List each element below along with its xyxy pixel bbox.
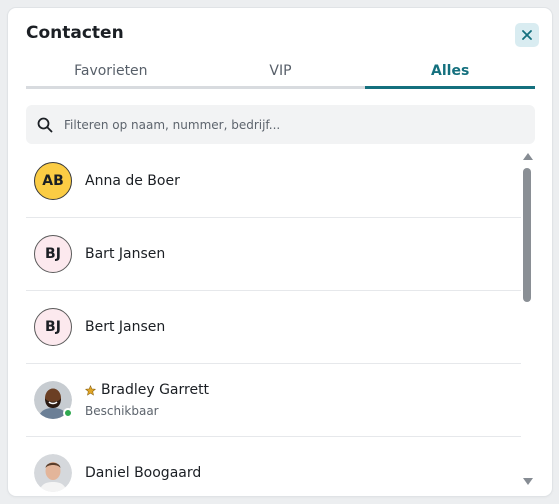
avatar: AB	[34, 162, 72, 200]
tab-alles[interactable]: Alles	[365, 60, 535, 89]
search-bar	[26, 105, 535, 144]
contact-row-daniel-boogaard[interactable]: Daniel Boogaard	[26, 437, 521, 496]
panel-title: Contacten	[26, 23, 124, 43]
scroll-up-icon[interactable]	[523, 153, 533, 160]
tab-bar: Favorieten VIP Alles	[26, 60, 535, 89]
tab-favorieten[interactable]: Favorieten	[26, 60, 196, 86]
avatar	[34, 454, 72, 492]
contacts-panel: Contacten Favorieten VIP Alles AB Anna d…	[8, 8, 552, 496]
contact-name: Bradley Garrett	[101, 382, 210, 398]
close-button[interactable]	[515, 23, 539, 47]
contact-name: Bart Jansen	[85, 246, 166, 262]
scrollbar-thumb[interactable]	[523, 168, 531, 302]
avatar	[34, 381, 73, 419]
favorite-star-icon	[85, 384, 96, 396]
scroll-down-icon[interactable]	[523, 478, 533, 485]
contact-info: Bradley Garrett Beschikbaar	[85, 382, 209, 418]
avatar: BJ	[34, 235, 72, 273]
contact-status: Beschikbaar	[85, 404, 159, 418]
contact-info: Daniel Boogaard	[85, 465, 201, 481]
tab-vip[interactable]: VIP	[196, 60, 366, 86]
contact-list: AB Anna de Boer BJ Bart Jansen BJ Bert J…	[26, 145, 521, 496]
contact-name: Daniel Boogaard	[85, 465, 202, 481]
contact-row-bradley-garrett[interactable]: Bradley Garrett Beschikbaar	[26, 364, 521, 437]
contact-info: Bert Jansen	[85, 319, 165, 335]
close-icon	[522, 30, 532, 40]
contact-row-bart-jansen[interactable]: BJ Bart Jansen	[26, 218, 521, 291]
avatar: BJ	[34, 308, 72, 346]
avatar-photo	[34, 454, 72, 492]
presence-indicator	[63, 408, 73, 418]
contact-name: Bert Jansen	[85, 319, 166, 335]
scrollbar[interactable]	[521, 151, 535, 485]
search-input[interactable]	[64, 117, 504, 132]
contact-name-line: Bradley Garrett	[85, 382, 209, 398]
contact-name: Anna de Boer	[85, 173, 180, 189]
search-icon	[37, 117, 53, 132]
contact-row-bert-jansen[interactable]: BJ Bert Jansen	[26, 291, 521, 364]
contact-row-anna-de-boer[interactable]: AB Anna de Boer	[26, 145, 521, 218]
contact-info: Anna de Boer	[85, 173, 180, 189]
contact-info: Bart Jansen	[85, 246, 165, 262]
